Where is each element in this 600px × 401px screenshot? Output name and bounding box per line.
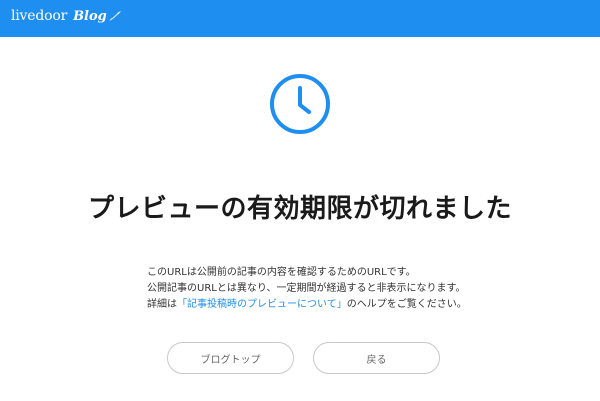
description-line-1: このURLは公開前の記事の内容を確認するためのURLです。 xyxy=(147,267,416,278)
description-prefix: 詳細は xyxy=(147,299,177,310)
help-link[interactable]: 「記事投稿時のプレビューについて」 xyxy=(177,299,347,310)
feather-icon xyxy=(108,11,121,21)
page-title: プレビューの有効期限が切れました xyxy=(87,194,512,224)
logo-blog-text: Blog xyxy=(73,9,107,24)
header-bar: livedoor Blog xyxy=(0,0,600,37)
livedoor-blog-logo[interactable]: livedoor Blog xyxy=(11,8,122,30)
description-line-2: 公開記事のURLとは異なり、一定期間が経過すると非表示になります。 xyxy=(147,283,466,294)
description-line-3: 詳細は「記事投稿時のプレビューについて」のヘルプをご覧ください。 xyxy=(147,297,467,313)
description-suffix: のヘルプをご覧ください。 xyxy=(346,299,467,310)
logo-livedoor-text: livedoor xyxy=(11,8,68,24)
back-button[interactable]: 戻る xyxy=(313,342,440,374)
clock-icon xyxy=(270,74,330,134)
description: このURLは公開前の記事の内容を確認するためのURLです。 公開記事のURLとは… xyxy=(147,265,467,313)
blog-top-button[interactable]: ブログトップ xyxy=(167,342,294,374)
